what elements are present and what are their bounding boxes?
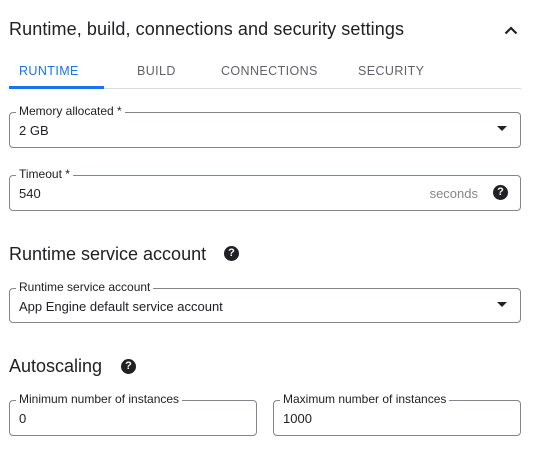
tab-connections-label: CONNECTIONS	[221, 64, 318, 78]
min-instances-value: 0	[19, 411, 27, 426]
tab-security[interactable]: SECURITY	[358, 58, 424, 89]
tab-connections[interactable]: CONNECTIONS	[221, 58, 318, 89]
memory-allocated-select[interactable]: Memory allocated * 2 GB	[9, 104, 521, 148]
memory-allocated-value: 2 GB	[19, 123, 49, 138]
section-header: Runtime, build, connections and security…	[9, 18, 523, 44]
settings-tabs: RUNTIME BUILD CONNECTIONS SECURITY	[9, 58, 521, 89]
tab-runtime[interactable]: RUNTIME	[19, 58, 79, 89]
min-instances-label: Minimum number of instances	[16, 392, 183, 406]
dropdown-arrow-icon	[497, 126, 507, 131]
runtime-service-account-value: App Engine default service account	[19, 299, 223, 314]
dropdown-arrow-icon	[497, 302, 507, 307]
tab-build[interactable]: BUILD	[137, 58, 176, 89]
memory-allocated-label: Memory allocated *	[16, 104, 125, 118]
tab-security-label: SECURITY	[358, 64, 425, 78]
tab-build-label: BUILD	[137, 64, 176, 78]
runtime-service-account-label: Runtime service account	[16, 280, 154, 294]
help-icon[interactable]: ?	[493, 185, 508, 200]
help-icon[interactable]: ?	[224, 246, 239, 261]
active-tab-indicator	[9, 86, 104, 89]
max-instances-value: 1000	[283, 411, 312, 426]
chevron-up-icon	[504, 25, 518, 34]
help-icon[interactable]: ?	[121, 359, 136, 374]
max-instances-label: Maximum number of instances	[280, 392, 450, 406]
timeout-input[interactable]: Timeout * 540 seconds ?	[9, 167, 521, 211]
section-title: Runtime, build, connections and security…	[9, 19, 405, 39]
min-instances-input[interactable]: Minimum number of instances 0	[9, 392, 257, 436]
timeout-label: Timeout *	[16, 167, 73, 181]
collapse-button[interactable]	[499, 18, 523, 42]
timeout-unit: seconds	[429, 186, 478, 201]
autoscaling-heading: Autoscaling	[9, 356, 103, 376]
runtime-service-account-heading: Runtime service account	[9, 244, 207, 264]
max-instances-input[interactable]: Maximum number of instances 1000	[273, 392, 521, 436]
timeout-value: 540	[19, 186, 41, 201]
tab-runtime-label: RUNTIME	[19, 64, 79, 78]
runtime-service-account-select[interactable]: Runtime service account App Engine defau…	[9, 280, 521, 323]
